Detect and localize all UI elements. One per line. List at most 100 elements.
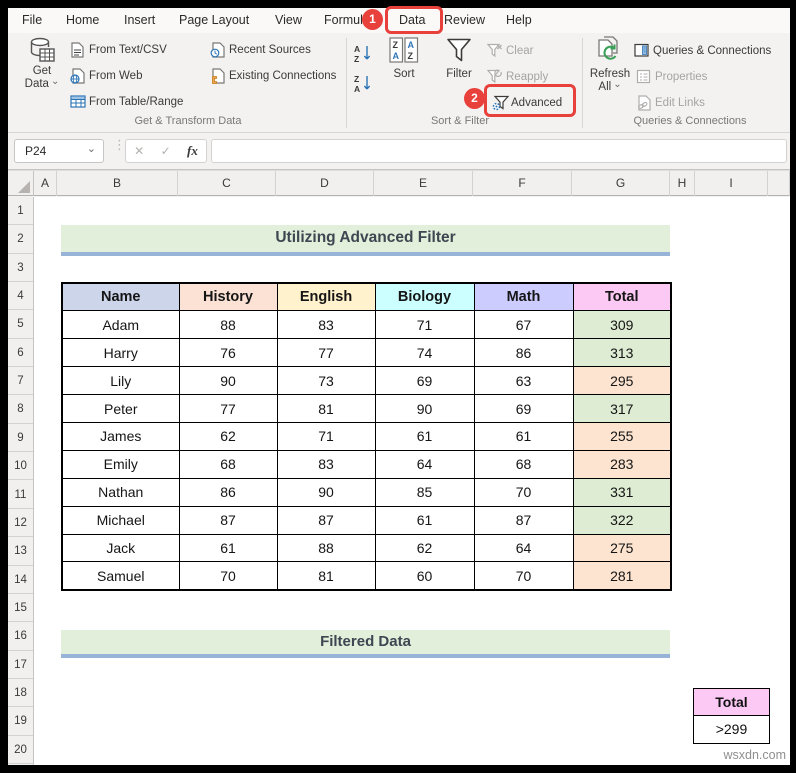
- row-header-6[interactable]: 6: [8, 339, 33, 368]
- cell-name[interactable]: Michael: [61, 505, 180, 535]
- cell-english[interactable]: 90: [276, 477, 376, 507]
- row-header-13[interactable]: 13: [8, 537, 33, 566]
- column-header-A[interactable]: A: [34, 171, 57, 196]
- header-cell-math[interactable]: Math: [473, 282, 574, 312]
- insert-function-icon[interactable]: fx: [187, 143, 198, 159]
- tab-file[interactable]: File: [22, 8, 42, 33]
- cell-biology[interactable]: 62: [374, 533, 475, 563]
- cell-history[interactable]: 90: [178, 366, 278, 396]
- column-header-C[interactable]: C: [178, 171, 276, 196]
- cell-name[interactable]: Emily: [61, 449, 180, 479]
- cell-total[interactable]: 317: [572, 394, 672, 423]
- tab-review[interactable]: Review: [444, 8, 485, 33]
- cell-biology[interactable]: 64: [374, 449, 475, 479]
- cell-history[interactable]: 68: [178, 449, 278, 479]
- formula-input[interactable]: [211, 139, 787, 163]
- column-header-F[interactable]: F: [473, 171, 572, 196]
- cell-history[interactable]: 70: [178, 561, 278, 591]
- column-header-B[interactable]: B: [57, 171, 178, 196]
- header-cell-history[interactable]: History: [178, 282, 278, 312]
- row-header-14[interactable]: 14: [8, 566, 33, 594]
- cell-english[interactable]: 83: [276, 310, 376, 340]
- cell-english[interactable]: 83: [276, 449, 376, 479]
- cell-biology[interactable]: 90: [374, 394, 475, 423]
- cell-english[interactable]: 71: [276, 421, 376, 451]
- cell-name[interactable]: Jack: [61, 533, 180, 563]
- cell-total[interactable]: 275: [572, 533, 672, 563]
- cell-history[interactable]: 61: [178, 533, 278, 563]
- name-box-chevron-icon[interactable]: ⌄: [87, 138, 96, 160]
- cell-math[interactable]: 86: [473, 338, 574, 368]
- tab-home[interactable]: Home: [66, 8, 99, 33]
- column-header-G[interactable]: G: [572, 171, 670, 196]
- cell-history[interactable]: 86: [178, 477, 278, 507]
- row-header-5[interactable]: 5: [8, 310, 33, 339]
- cell-name[interactable]: Adam: [61, 310, 180, 340]
- get-data-button[interactable]: Get Data: [16, 37, 68, 91]
- criteria-header-cell[interactable]: Total: [694, 689, 769, 716]
- cell-name[interactable]: James: [61, 421, 180, 451]
- cell-biology[interactable]: 61: [374, 505, 475, 535]
- tab-page-layout[interactable]: Page Layout: [179, 8, 249, 33]
- cell-math[interactable]: 63: [473, 366, 574, 396]
- criteria-value-cell[interactable]: >299: [694, 716, 769, 743]
- row-header-3[interactable]: 3: [8, 254, 33, 283]
- cell-biology[interactable]: 61: [374, 421, 475, 451]
- cell-history[interactable]: 62: [178, 421, 278, 451]
- sort-za-descending-icon[interactable]: Z A: [353, 73, 373, 93]
- row-header-17[interactable]: 17: [8, 651, 33, 679]
- cell-biology[interactable]: 60: [374, 561, 475, 591]
- row-header-12[interactable]: 12: [8, 509, 33, 538]
- cell-history[interactable]: 76: [178, 338, 278, 368]
- cell-biology[interactable]: 85: [374, 477, 475, 507]
- filtered-data-banner[interactable]: Filtered Data: [61, 630, 670, 658]
- sort-az-ascending-icon[interactable]: A Z: [353, 43, 373, 63]
- filter-button[interactable]: Filter: [438, 37, 480, 81]
- tab-view[interactable]: View: [275, 8, 302, 33]
- cell-math[interactable]: 70: [473, 561, 574, 591]
- cell-math[interactable]: 64: [473, 533, 574, 563]
- refresh-all-button[interactable]: Refresh All: [587, 36, 633, 94]
- row-header-18[interactable]: 18: [8, 679, 33, 708]
- row-header-4[interactable]: 4: [8, 282, 33, 311]
- row-header-19[interactable]: 19: [8, 707, 33, 736]
- cell-english[interactable]: 73: [276, 366, 376, 396]
- cell-total[interactable]: 313: [572, 338, 672, 368]
- column-header-H[interactable]: H: [670, 171, 695, 196]
- cell-total[interactable]: 283: [572, 449, 672, 479]
- cell-math[interactable]: 87: [473, 505, 574, 535]
- cell-english[interactable]: 81: [276, 561, 376, 591]
- cell-history[interactable]: 77: [178, 394, 278, 423]
- row-header-15[interactable]: 15: [8, 594, 33, 623]
- title-banner[interactable]: Utilizing Advanced Filter: [61, 225, 670, 256]
- cell-math[interactable]: 69: [473, 394, 574, 423]
- header-cell-total[interactable]: Total: [572, 282, 672, 312]
- row-header-10[interactable]: 10: [8, 452, 33, 481]
- row-header-8[interactable]: 8: [8, 395, 33, 424]
- row-header-2[interactable]: 2: [8, 225, 33, 254]
- cell-english[interactable]: 88: [276, 533, 376, 563]
- cell-history[interactable]: 88: [178, 310, 278, 340]
- cell-name[interactable]: Samuel: [61, 561, 180, 591]
- cell-name[interactable]: Lily: [61, 366, 180, 396]
- tab-insert[interactable]: Insert: [124, 8, 155, 33]
- row-header-7[interactable]: 7: [8, 367, 33, 396]
- row-header-11[interactable]: 11: [8, 481, 33, 509]
- cell-history[interactable]: 87: [178, 505, 278, 535]
- row-header-9[interactable]: 9: [8, 424, 33, 453]
- cell-total[interactable]: 255: [572, 421, 672, 451]
- row-header-16[interactable]: 16: [8, 622, 33, 651]
- cell-name[interactable]: Harry: [61, 338, 180, 368]
- cell-name[interactable]: Nathan: [61, 477, 180, 507]
- cell-total[interactable]: 281: [572, 561, 672, 591]
- name-box[interactable]: P24 ⌄: [14, 139, 104, 163]
- cell-math[interactable]: 68: [473, 449, 574, 479]
- row-header-1[interactable]: 1: [8, 197, 33, 226]
- cell-english[interactable]: 77: [276, 338, 376, 368]
- select-all-corner[interactable]: [8, 171, 34, 196]
- cell-english[interactable]: 87: [276, 505, 376, 535]
- tab-help[interactable]: Help: [506, 8, 532, 33]
- cell-english[interactable]: 81: [276, 394, 376, 423]
- column-header-I[interactable]: I: [695, 171, 768, 196]
- cell-biology[interactable]: 71: [374, 310, 475, 340]
